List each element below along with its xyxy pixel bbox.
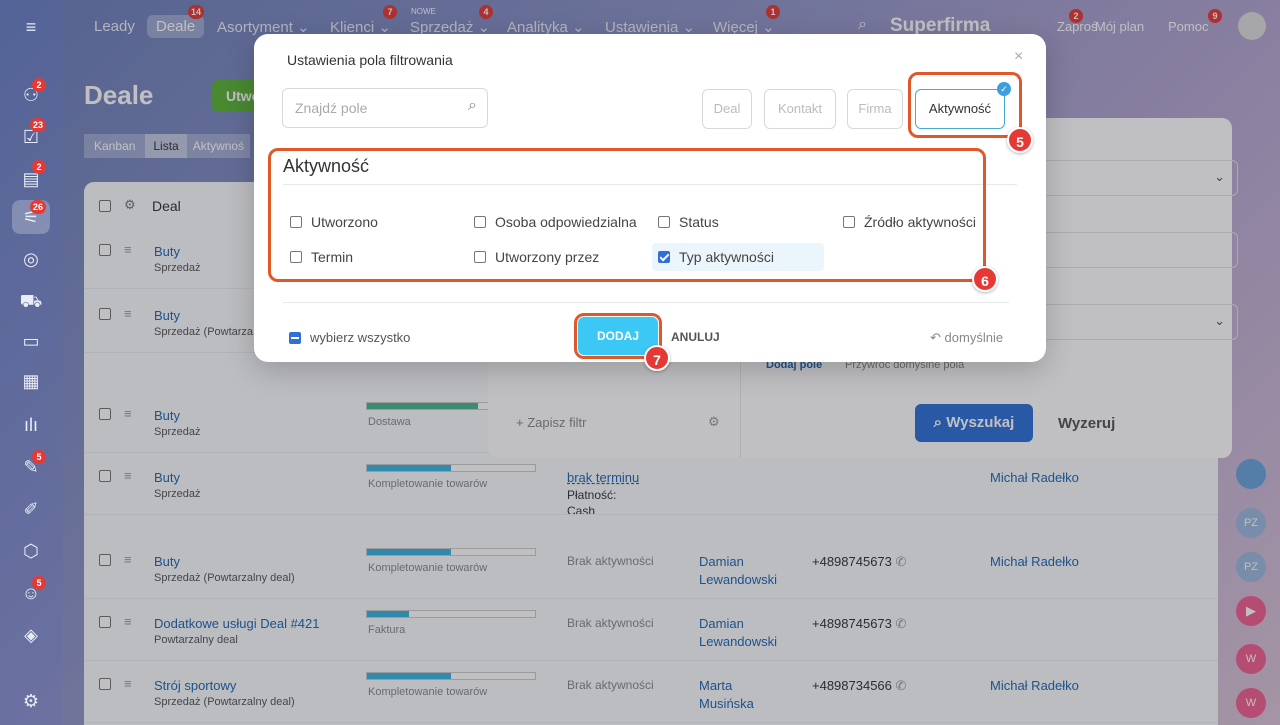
step-marker-7: 7 <box>644 345 670 371</box>
menu-icon[interactable]: ≡ <box>18 14 44 40</box>
search-input[interactable]: Znajdź pole <box>295 100 367 116</box>
left-badge-3: 2 <box>32 160 46 174</box>
hex-icon[interactable]: ⬡ <box>18 538 44 564</box>
left-badge-5: 5 <box>32 450 46 464</box>
undo-icon: ↶ <box>930 330 941 345</box>
box-icon[interactable]: ◈ <box>18 622 44 648</box>
target-icon[interactable]: ◎ <box>18 246 44 272</box>
select-all-checkbox[interactable]: wybierz wszystko <box>289 330 410 345</box>
filter-settings-modal: Ustawienia pola filtrowania × Znajdź pol… <box>254 34 1046 371</box>
left-sidebar: ≡ ⚇ 2 ☑ 23 ▤ 2 ⚟ 26 ◎ ⛟ ▭ ▦ ılı ✎ 5 ✐ ⬡ … <box>0 0 62 725</box>
indeterminate-icon <box>289 331 301 344</box>
search-icon: ⌕ <box>468 97 477 114</box>
highlight-frame-tab <box>908 72 1022 138</box>
cancel-button[interactable]: ANULUJ <box>671 330 720 344</box>
left-badge-6: 5 <box>32 576 46 590</box>
modal-title: Ustawienia pola filtrowania <box>287 52 453 68</box>
step-marker-5: 5 <box>1007 127 1033 153</box>
pen-icon[interactable]: ✐ <box>18 496 44 522</box>
select-all-label: wybierz wszystko <box>310 330 411 345</box>
highlight-frame-fields <box>268 148 986 282</box>
left-badge-1: 2 <box>32 78 46 92</box>
default-label: domyślnie <box>944 330 1004 345</box>
left-badge-2: 23 <box>30 118 47 132</box>
tab-firma[interactable]: Firma <box>847 89 903 129</box>
chart-icon[interactable]: ılı <box>18 412 44 438</box>
store-icon[interactable]: ▭ <box>18 328 44 354</box>
field-search-box[interactable]: Znajdź pole ⌕ <box>282 88 488 128</box>
restore-default-button[interactable]: ↶ domyślnie <box>930 330 1003 346</box>
close-icon[interactable]: × <box>1014 48 1023 66</box>
footer-divider <box>283 302 1009 303</box>
left-badge-4: 26 <box>30 200 47 214</box>
settings-icon[interactable]: ⚙ <box>18 688 44 714</box>
cart-icon[interactable]: ⛟ <box>18 288 44 314</box>
calendar-icon[interactable]: ▦ <box>18 368 44 394</box>
tab-deal[interactable]: Deal <box>702 89 752 129</box>
tab-kontakt[interactable]: Kontakt <box>764 89 836 129</box>
step-marker-6: 6 <box>972 266 998 292</box>
